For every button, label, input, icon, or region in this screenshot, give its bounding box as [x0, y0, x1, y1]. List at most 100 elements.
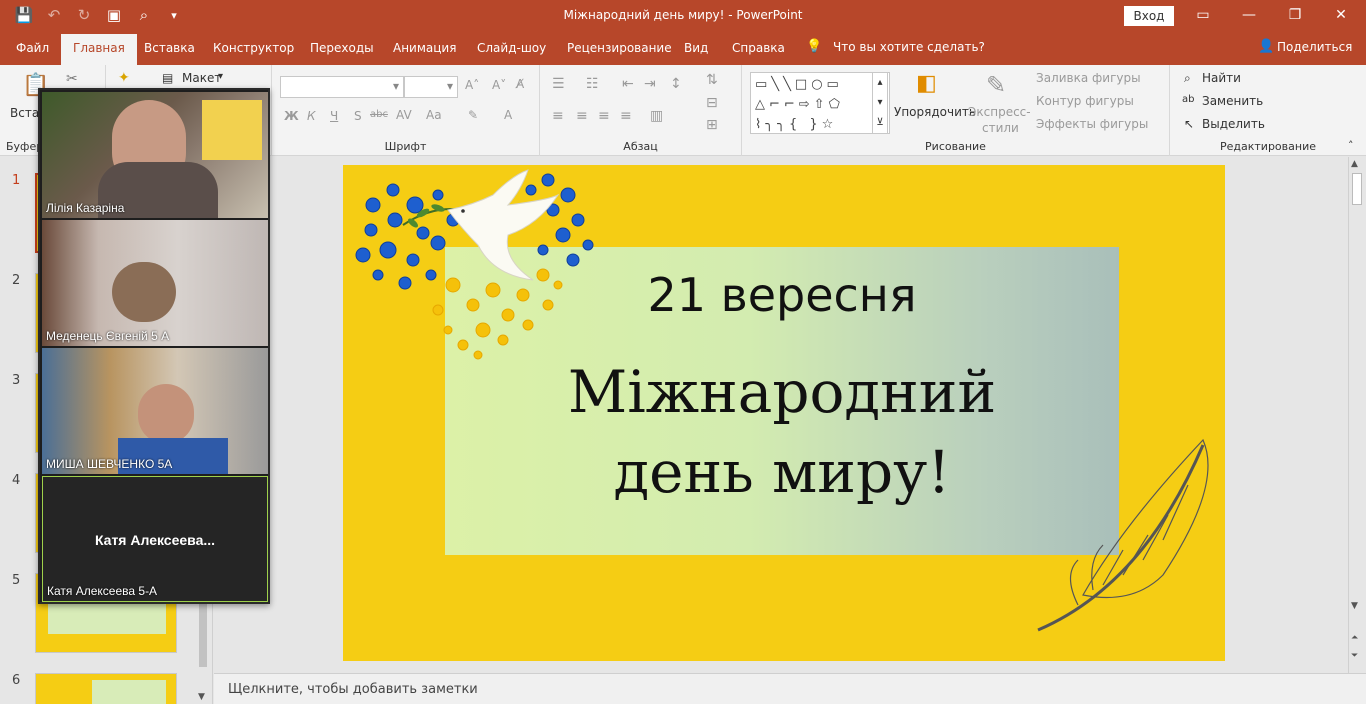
participant-tile[interactable]: Лілія Казаріна [42, 92, 268, 218]
share-icon: 👤 [1258, 39, 1275, 54]
tab-slideshow[interactable]: Слайд-шоу [477, 41, 546, 55]
char-spacing-icon[interactable]: AV [396, 108, 412, 122]
current-slide[interactable]: 21 вересня Міжнародний день миру! [343, 165, 1225, 661]
shapes-gallery[interactable]: ▭╲╲□○▭ △⌐⌐⇨⇧⬠ ⌇╮╮{ }☆ [750, 72, 890, 134]
slide-title-line2[interactable]: день миру! [445, 443, 1119, 501]
align-right-icon[interactable]: ≡ [598, 108, 610, 124]
strikethrough-button[interactable]: abc [370, 109, 388, 120]
new-slide-icon[interactable]: ✦ [118, 70, 130, 86]
participant-display-name: Катя Алексеева... [94, 532, 216, 548]
tab-insert[interactable]: Вставка [144, 41, 195, 55]
justify-icon[interactable]: ≡ [620, 108, 632, 124]
align-text-icon[interactable]: ⊟ [706, 95, 718, 111]
quick-styles-icon[interactable]: ✎ [986, 71, 1006, 99]
arrange-button[interactable]: Упорядочить [894, 105, 976, 119]
participant-face [138, 384, 194, 444]
find-icon[interactable]: ⌕ [1184, 71, 1191, 86]
font-group: A˄ A˅ A̸ Ж К Ч S abc AV Aa ✎ A Шрифт [272, 65, 540, 156]
grow-font-icon[interactable]: A˄ [465, 78, 479, 92]
layout-dropdown-icon[interactable]: ▾ [218, 71, 223, 82]
align-left-icon[interactable]: ≡ [552, 108, 564, 124]
slide-scrollbar[interactable]: ▲ ▼ ⏶ ⏷ [1348, 157, 1366, 673]
participant-name: Меденець Євгеній 5 А [46, 329, 170, 343]
participant-name: МИША ШЕВЧЕНКО 5А [46, 457, 173, 471]
layout-icon[interactable]: ▤ [162, 71, 173, 85]
slide-thumbnail-6[interactable] [35, 673, 177, 704]
select-icon[interactable]: ↖ [1184, 117, 1194, 131]
slide-number: 1 [12, 173, 21, 188]
paragraph-group-label: Абзац [623, 140, 658, 153]
slide-title-line1[interactable]: Міжнародний [445, 363, 1119, 421]
slide-date-text[interactable]: 21 вересня [445, 268, 1119, 322]
bold-button[interactable]: Ж [284, 109, 299, 123]
replace-icon[interactable]: ab [1182, 94, 1194, 105]
slide-editing-area: 21 вересня Міжнародний день миру! [214, 157, 1348, 673]
slide-number: 4 [12, 473, 21, 488]
tab-file[interactable]: Файл [16, 41, 49, 55]
title-bar: 💾 ↶ ↻ ▣ ⌕ ▾ Міжнародний день миру! - Pow… [0, 0, 1366, 32]
collapse-ribbon-icon[interactable]: ˄ [1348, 139, 1354, 152]
paste-button[interactable]: Вста [10, 106, 39, 120]
line-spacing-icon[interactable]: ↕ [670, 76, 682, 92]
video-call-panel[interactable]: Лілія Казаріна Меденець Євгеній 5 А МИША… [38, 88, 270, 604]
close-icon[interactable]: ✕ [1326, 4, 1356, 26]
font-color-button[interactable]: A [504, 108, 512, 122]
layout-button[interactable]: Макет [182, 71, 221, 85]
underline-button[interactable]: Ч [330, 109, 338, 123]
quick-styles-label-1[interactable]: Экспресс- [968, 105, 1031, 119]
font-name-combo[interactable] [280, 76, 404, 98]
drawing-group: ▭╲╲□○▭ △⌐⌐⇨⇧⬠ ⌇╮╮{ }☆ ▴ ▾ ⊻ ◧ Упорядочить ✎ … [742, 65, 1170, 156]
increase-indent-icon[interactable]: ⇥ [644, 76, 656, 92]
highlight-icon[interactable]: ✎ [468, 108, 478, 122]
replace-button[interactable]: Заменить [1202, 94, 1263, 108]
slide-number: 6 [12, 673, 21, 688]
tab-design[interactable]: Конструктор [213, 41, 294, 55]
smartart-icon[interactable]: ⊞ [706, 117, 718, 133]
font-size-combo[interactable] [404, 76, 458, 98]
notes-pane[interactable]: Щелкните, чтобы добавить заметки [214, 673, 1366, 704]
participant-tile[interactable]: Катя Алексеева... Катя Алексеева 5-А [42, 476, 268, 602]
participant-name: Катя Алексеева 5-А [47, 584, 158, 598]
decrease-indent-icon[interactable]: ⇤ [622, 76, 634, 92]
editing-group-label: Редактирование [1220, 140, 1316, 153]
find-button[interactable]: Найти [1202, 71, 1241, 85]
tab-review[interactable]: Рецензирование [567, 41, 672, 55]
minimize-icon[interactable]: — [1234, 4, 1264, 26]
tab-transitions[interactable]: Переходы [310, 41, 374, 55]
drawing-group-label: Рисование [925, 140, 986, 153]
clear-format-icon[interactable]: A̸ [516, 77, 524, 91]
tab-help[interactable]: Справка [732, 41, 785, 55]
tell-me-input[interactable]: Что вы хотите сделать? [833, 40, 985, 54]
slide-number: 2 [12, 273, 21, 288]
participant-name: Лілія Казаріна [46, 201, 125, 215]
shape-fill-button[interactable]: Заливка фигуры [1036, 71, 1141, 85]
tab-animations[interactable]: Анимация [393, 41, 456, 55]
shape-effects-button[interactable]: Эффекты фигуры [1036, 117, 1148, 131]
shrink-font-icon[interactable]: A˅ [492, 78, 506, 92]
share-button[interactable]: Поделиться [1277, 40, 1352, 54]
tab-view[interactable]: Вид [684, 41, 708, 55]
participant-tile[interactable]: МИША ШЕВЧЕНКО 5А [42, 348, 268, 474]
cut-icon[interactable]: ✂ [66, 71, 78, 87]
participant-tile[interactable]: Меденець Євгеній 5 А [42, 220, 268, 346]
columns-icon[interactable]: ▥ [650, 108, 663, 124]
bullets-icon[interactable]: ☰ [552, 76, 565, 92]
select-button[interactable]: Выделить [1202, 117, 1265, 131]
editing-group: ⌕ Найти ab Заменить ↖ Выделить Редактиро… [1170, 65, 1366, 156]
maximize-icon[interactable]: ❐ [1280, 4, 1310, 26]
arrange-icon[interactable]: ◧ [916, 71, 937, 96]
change-case-button[interactable]: Aa [426, 108, 442, 122]
ribbon-tabs: Файл Главная Вставка Конструктор Переход… [0, 32, 1366, 65]
quick-styles-label-2[interactable]: стили [982, 121, 1019, 135]
ribbon-display-icon[interactable]: ▭ [1188, 4, 1218, 26]
signin-button[interactable]: Вход [1124, 6, 1174, 26]
shape-outline-button[interactable]: Контур фигуры [1036, 94, 1134, 108]
numbering-icon[interactable]: ☷ [586, 76, 599, 92]
italic-button[interactable]: К [307, 109, 316, 123]
text-direction-icon[interactable]: ⇅ [706, 72, 718, 88]
align-center-icon[interactable]: ≡ [576, 108, 588, 124]
tab-home[interactable]: Главная [61, 34, 137, 65]
paragraph-group: ☰ ☷ ⇤ ⇥ ↕ ⇅ ≡ ≡ ≡ ≡ ▥ ⊟ ⊞ Абзац [540, 65, 742, 156]
shadow-button[interactable]: S [354, 109, 362, 123]
shapes-more-icon[interactable]: ▴ ▾ ⊻ [872, 72, 888, 134]
